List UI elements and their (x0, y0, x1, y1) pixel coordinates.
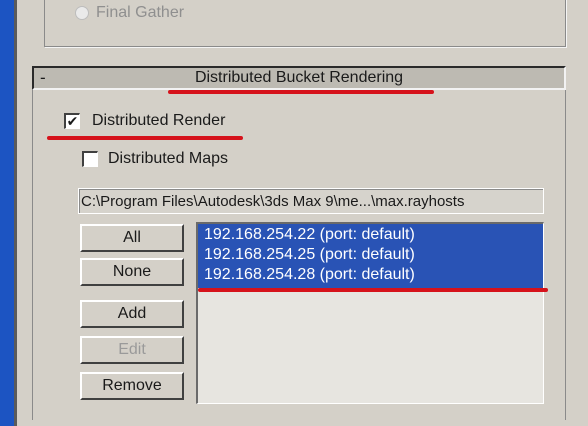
distributed-bucket-rendering-rollout-header[interactable]: - Distributed Bucket Rendering (32, 66, 566, 90)
window-frame-edge (0, 0, 14, 426)
hosts-file-path-field[interactable]: C:\Program Files\Autodesk\3ds Max 9\me..… (78, 188, 544, 214)
distributed-maps-label[interactable]: Distributed Maps (108, 150, 228, 168)
add-host-button[interactable]: Add (80, 300, 184, 328)
rollout-title: Distributed Bucket Rendering (194, 69, 404, 86)
distributed-maps-checkbox[interactable] (82, 151, 98, 167)
distributed-render-label[interactable]: Distributed Render (92, 112, 225, 130)
distributed-render-checkbox[interactable]: ✔ (64, 113, 80, 129)
final-gather-radio[interactable] (75, 6, 89, 20)
render-hosts-list[interactable]: 192.168.254.22 (port: default) 192.168.2… (196, 222, 544, 404)
final-gather-label: Final Gather (96, 4, 185, 21)
red-underline-host-list (198, 288, 548, 292)
list-item[interactable]: 192.168.254.22 (port: default) (204, 226, 415, 244)
select-all-button[interactable]: All (80, 224, 184, 252)
checkmark-icon: ✔ (66, 113, 79, 129)
edit-host-button[interactable]: Edit (80, 336, 184, 364)
select-none-button[interactable]: None (80, 258, 184, 286)
list-item[interactable]: 192.168.254.28 (port: default) (204, 266, 415, 284)
red-underline-distributed-render (47, 136, 243, 140)
list-item[interactable]: 192.168.254.25 (port: default) (204, 246, 415, 264)
remove-host-button[interactable]: Remove (80, 372, 184, 400)
